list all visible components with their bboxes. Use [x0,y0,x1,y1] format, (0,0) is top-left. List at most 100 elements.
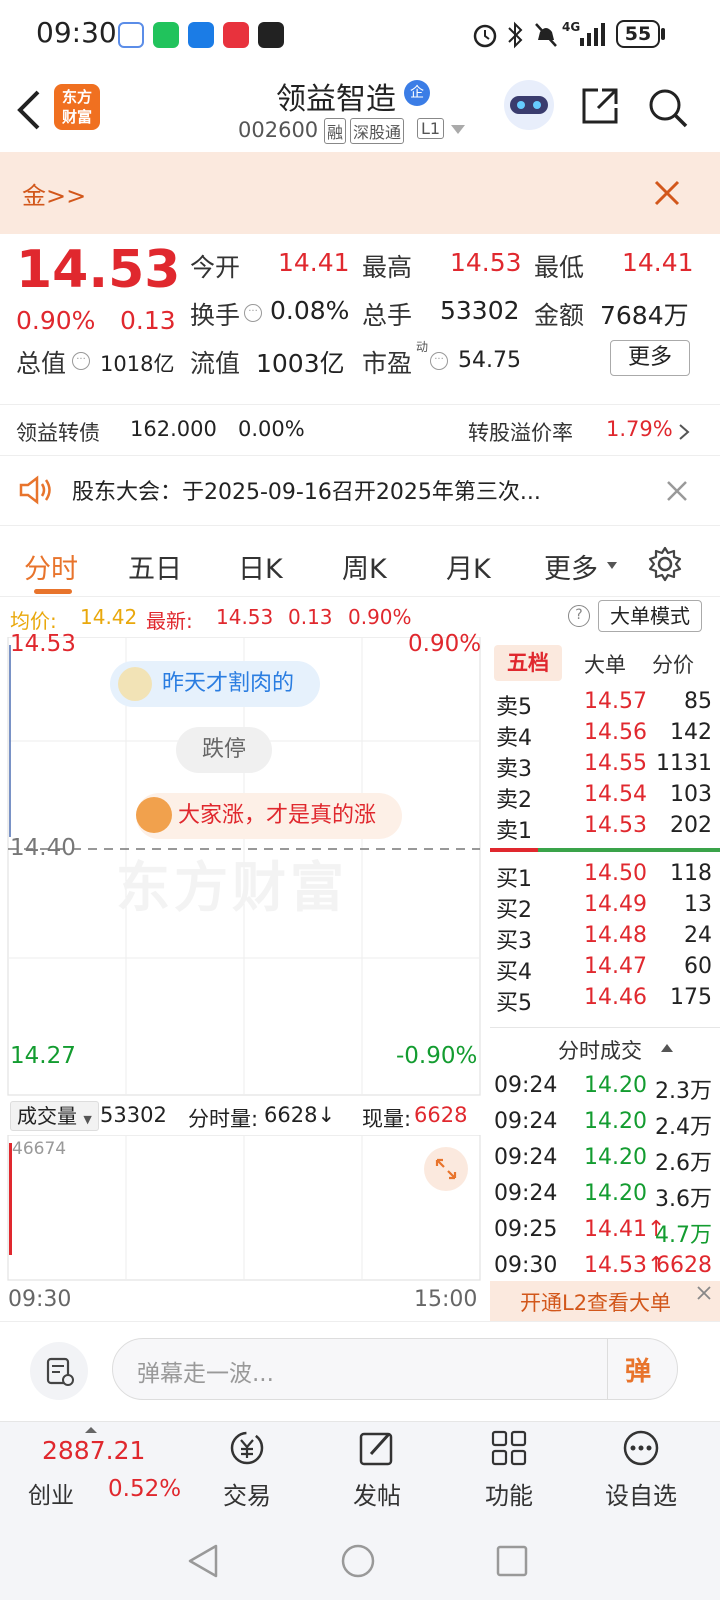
wechat-icon [153,22,179,48]
chart-bottom-price: 14.27 [10,1043,76,1069]
volume-bar [9,1143,12,1255]
tab-five-level[interactable]: 五档 [494,645,562,681]
info-dots-icon[interactable]: ··· [244,304,262,322]
index-value: 2887.21 [42,1436,146,1465]
search-icon[interactable] [646,86,690,130]
gold-banner-text[interactable]: 金>> [22,176,86,211]
caret-up-icon [661,1044,673,1052]
nav-trade[interactable]: 交易 [192,1428,302,1511]
volume-label: 总手 [362,301,413,330]
amount-value: 7684万 [600,301,689,330]
stock-code: 002600 [238,118,319,142]
watermark: 东方财富 [116,856,348,919]
volume-chart[interactable]: 46674 [0,1135,490,1281]
app-blue-icon [188,22,214,48]
open-label: 今开 [190,253,241,282]
tab-more[interactable]: 更多 [544,547,598,586]
share-icon[interactable] [580,86,620,126]
tab-weekly-k[interactable]: 周K [342,547,387,586]
current-volume-label: 现量: [362,1107,412,1131]
bond-pct: 0.00% [238,417,305,441]
speaker-icon [19,475,51,505]
nav-add-watchlist[interactable]: 设自选 [586,1428,696,1511]
close-icon[interactable] [654,180,680,206]
convertible-bond-row[interactable]: 领益转债 162.000 0.00% 转股溢价率 1.79% [0,404,720,456]
tab-daily-k[interactable]: 日K [238,547,283,586]
low-label: 最低 [534,253,585,282]
ask-pressure-bar [490,848,538,852]
tick-trades-title[interactable]: 分时成交 [558,1035,642,1065]
caret-up-icon [85,1427,97,1433]
gold-banner[interactable]: 金>> [0,152,720,234]
notice-bar[interactable]: 股东大会：于2025-09-16召开2025年第三次... [0,456,720,526]
price-summary-line: 均价: 14.42 最新: 14.53 0.13 0.90% ? 大单模式 [0,597,720,637]
bid-pressure-bar [538,848,720,852]
index-pct: 0.52% [108,1476,182,1502]
avg-label: 均价: [10,609,57,633]
danmaku-send-button[interactable]: 弹 [625,1351,651,1388]
amount-label: 金额 [534,301,585,330]
expand-icon[interactable] [424,1147,468,1191]
quote-panel: 14.53 0.90% 0.13 今开 14.41 最高 14.53 最低 14… [0,234,720,404]
bid-row: 买1 14.50 118 [496,861,712,892]
volume-selector[interactable]: 成交量 ▼ [10,1101,99,1131]
divider [490,1027,720,1028]
time-axis: 09:30 15:00 [0,1281,490,1321]
gear-icon[interactable] [646,545,684,583]
chart-tabs: 分时 五日 日K 周K 月K 更多 [0,527,720,597]
tab-price-dist[interactable]: 分价 [652,649,694,679]
intraday-chart[interactable]: 东方财富 14.53 0.90% 14.40 14.27 -0.90% 昨天才割… [0,631,490,1097]
ask-row: 卖3 14.55 1131 [496,751,712,782]
bond-price: 162.000 [130,417,217,441]
recents-square-icon[interactable] [496,1545,528,1577]
back-arrow-icon[interactable] [14,88,44,132]
high-value: 14.53 [450,248,522,277]
enterprise-badge: 企 [404,80,430,106]
home-circle-icon[interactable] [340,1543,376,1579]
nav-functions[interactable]: 功能 [454,1428,564,1511]
ask-row: 卖1 14.53 202 [496,813,712,844]
close-icon[interactable] [666,480,688,502]
tick-trades[interactable]: 分时成交 09:24 14.20 2.3万 09:24 14.20 2.4万 09:24… [490,1027,720,1281]
caret-down-icon[interactable] [450,124,466,136]
status-time: 09:30 [36,16,117,49]
latest-change: 0.13 [288,605,333,629]
brand-logo[interactable]: 东方 财富 [54,84,100,130]
robot-assistant-icon[interactable] [504,80,554,130]
l2-promo-text[interactable]: 开通L2查看大单 [520,1287,671,1317]
change-amount: 0.13 [120,306,176,335]
index-ticker[interactable]: 2887.21 创业 0.52% [0,1422,200,1522]
info-dots-icon[interactable]: ··· [430,352,448,370]
back-triangle-icon[interactable] [186,1543,220,1579]
help-icon[interactable]: ? [568,605,590,627]
tab-big-orders[interactable]: 大单 [584,649,626,679]
bond-name: 领益转债 [16,421,100,445]
latest-pct: 0.90% [348,605,412,629]
bid-row: 买2 14.49 13 [496,892,712,923]
caret-down-icon [607,562,617,569]
info-dots-icon[interactable]: ··· [72,352,90,370]
close-icon[interactable] [696,1285,712,1301]
tab-five-day[interactable]: 五日 [128,547,182,586]
stock-name: 领益智造 [276,82,396,117]
tab-monthly-k[interactable]: 月K [446,547,491,586]
system-nav-bar [0,1521,720,1600]
chart-bottom-pct: -0.90% [396,1043,478,1069]
tick-row: 09:24 14.20 2.6万 [494,1145,712,1176]
bluetooth-icon [508,21,523,49]
danmaku-bubble: 昨天才割肉的 [110,661,321,707]
l2-promo[interactable]: 开通L2查看大单 [490,1281,720,1321]
more-button[interactable]: 更多 [610,340,690,376]
danmaku-settings-icon[interactable] [30,1342,88,1400]
big-order-mode-button[interactable]: 大单模式 [598,600,702,632]
danmaku-input[interactable]: 弹幕走一波... 弹 [112,1338,678,1400]
signal-icon [580,23,605,46]
tab-intraday[interactable]: 分时 [24,547,78,586]
change-percent: 0.90% [16,306,96,335]
battery-indicator: 55 [616,20,660,48]
nav-post[interactable]: 发帖 [322,1428,432,1511]
notice-text[interactable]: 股东大会：于2025-09-16召开2025年第三次... [72,474,541,506]
mute-icon [535,23,557,47]
ask-row: 卖5 14.57 85 [496,689,712,720]
chart-top-price: 14.53 [10,631,76,657]
